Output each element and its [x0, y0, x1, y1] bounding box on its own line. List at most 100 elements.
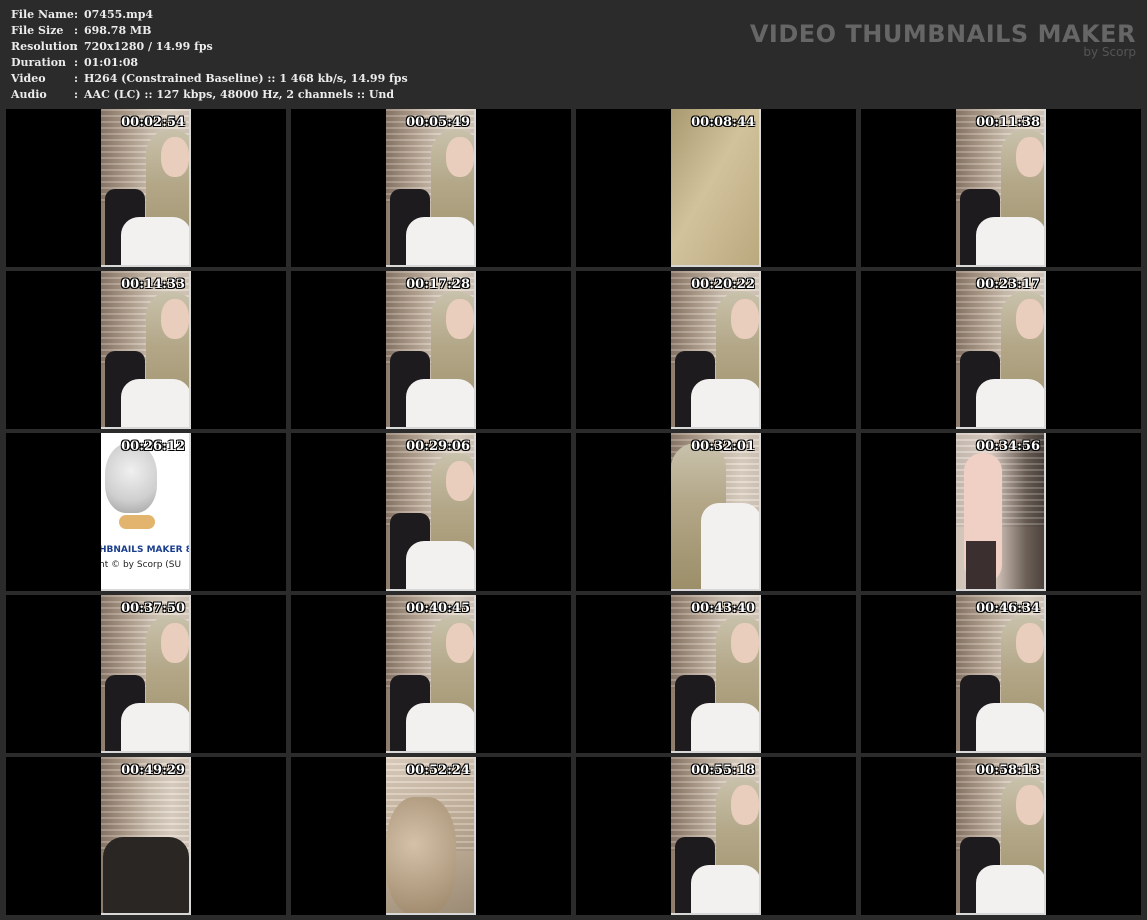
thumbnail-cell: 00:08:44 [576, 109, 856, 267]
info-separator: : [74, 72, 79, 85]
thumbnail-timestamp: 00:08:44 [691, 115, 755, 130]
info-separator: : [74, 88, 79, 101]
scene-face [446, 623, 474, 663]
thumbnail-timestamp: 00:34:56 [976, 439, 1040, 454]
thumbnail-timestamp: 00:32:01 [691, 439, 755, 454]
brand-title: VIDEO THUMBNAILS MAKER [749, 20, 1136, 48]
info-separator: : [74, 8, 79, 21]
thumbnail-timestamp: 00:02:54 [121, 115, 185, 130]
scene-shirt [121, 379, 189, 427]
thumbnail-cell: 00:40:45 [291, 595, 571, 753]
scene-shirt [691, 379, 759, 427]
thumbnail-timestamp: 00:40:45 [406, 601, 470, 616]
thumbnail-cell: 00:49:29 [6, 757, 286, 915]
info-value: AAC (LC) :: 127 kbps, 48000 Hz, 2 channe… [84, 88, 395, 101]
scene-chair [103, 837, 189, 913]
thumbnail-cell: 00:14:33 [6, 271, 286, 429]
info-row-duration: Duration : 01:01:08 [11, 55, 408, 71]
scene-shirt [976, 379, 1044, 427]
scene-face [731, 623, 759, 663]
info-value: 07455.mp4 [84, 8, 154, 21]
thumbnail-image: 00:37:50 [101, 595, 191, 753]
info-row-resolution: Resolution : 720x1280 / 14.99 fps [11, 39, 408, 55]
info-value: 698.78 MB [84, 24, 152, 37]
thumbnail-timestamp: 00:49:29 [121, 763, 185, 778]
info-value: 01:01:08 [84, 56, 139, 69]
info-value: 720x1280 / 14.99 fps [84, 40, 213, 53]
scene-face [446, 299, 474, 339]
thumbnail-grid: 00:02:54 00:05:49 00:08:44 00:11:38 00:14:33… [6, 109, 1141, 915]
thumbnail-timestamp: 00:14:33 [121, 277, 185, 292]
thumbnail-cell: 00:11:38 [861, 109, 1141, 267]
scene-shirt [976, 703, 1044, 751]
thumbnail-timestamp: 00:11:38 [976, 115, 1040, 130]
info-row-file-size: File Size : 698.78 MB [11, 23, 408, 39]
thumbnail-image: 00:32:01 [671, 433, 761, 591]
thumbnail-image: 00:17:28 [386, 271, 476, 429]
thumbnail-cell: 00:55:18 [576, 757, 856, 915]
scene-stock [966, 541, 996, 589]
thumbnail-image: 00:23:17 [956, 271, 1046, 429]
scene-face [161, 299, 189, 339]
thumbnail-image: 00:55:18 [671, 757, 761, 915]
scene-face [731, 299, 759, 339]
thumbnail-image: 00:20:22 [671, 271, 761, 429]
thumbnail-cell: 00:46:34 [861, 595, 1141, 753]
scroll-icon [119, 515, 155, 529]
info-row-audio: Audio : AAC (LC) :: 127 kbps, 48000 Hz, … [11, 87, 408, 103]
thumbnail-timestamp: 00:20:22 [691, 277, 755, 292]
logo-text-line2: ht © by Scorp (SU [101, 560, 182, 570]
scene-hair [386, 797, 456, 913]
thumbnail-timestamp: 00:55:18 [691, 763, 755, 778]
thumbnail-timestamp: 00:43:40 [691, 601, 755, 616]
scene-face [1016, 785, 1044, 825]
thumbnail-timestamp: 00:29:06 [406, 439, 470, 454]
thumbnail-cell: HBNAILS MAKER 8 ht © by Scorp (SU 00:26:12 [6, 433, 286, 591]
thumbnail-timestamp: 00:26:12 [121, 439, 185, 454]
thumbnail-image: HBNAILS MAKER 8 ht © by Scorp (SU 00:26:12 [101, 433, 191, 591]
scene-shirt [691, 865, 759, 913]
scene-face [161, 623, 189, 663]
thumbnail-timestamp: 00:05:49 [406, 115, 470, 130]
scene-shirt [121, 217, 189, 265]
scene-shirt [121, 703, 189, 751]
scene-hair [671, 109, 759, 265]
scene-shirt [976, 865, 1044, 913]
thumbnail-timestamp: 00:46:34 [976, 601, 1040, 616]
scene-face [1016, 623, 1044, 663]
info-row-file-name: File Name : 07455.mp4 [11, 7, 408, 23]
thumbnail-image: 00:02:54 [101, 109, 191, 267]
info-separator: : [74, 40, 79, 53]
thumbnail-timestamp: 00:37:50 [121, 601, 185, 616]
thumbnail-timestamp: 00:58:13 [976, 763, 1040, 778]
thumbnail-image: 00:58:13 [956, 757, 1046, 915]
info-label: File Size [11, 24, 64, 37]
contact-sheet: File Name : 07455.mp4 File Size : 698.78… [0, 0, 1147, 920]
scene-face [1016, 137, 1044, 177]
thumbnail-cell: 00:34:56 [861, 433, 1141, 591]
thumbnail-image: 00:14:33 [101, 271, 191, 429]
scene-face [731, 785, 759, 825]
thumbnail-image: 00:05:49 [386, 109, 476, 267]
info-value: H264 (Constrained Baseline) :: 1 468 kb/… [84, 72, 408, 85]
thumbnail-cell: 00:02:54 [6, 109, 286, 267]
thumbnail-image: 00:52:24 [386, 757, 476, 915]
thumbnail-image: 00:43:40 [671, 595, 761, 753]
info-label: Video [11, 72, 46, 85]
info-label: Audio [11, 88, 47, 101]
info-row-video: Video : H264 (Constrained Baseline) :: 1… [11, 71, 408, 87]
scene-face [161, 137, 189, 177]
thumbnail-image: 00:46:34 [956, 595, 1046, 753]
file-info-panel: File Name : 07455.mp4 File Size : 698.78… [11, 7, 408, 103]
thumbnail-image: 00:08:44 [671, 109, 761, 267]
scene-shirt [406, 379, 474, 427]
scene-shirt [406, 703, 474, 751]
info-label: File Name [11, 8, 74, 21]
scene-face [446, 137, 474, 177]
scene-shirt [691, 703, 759, 751]
thumbnail-cell: 00:05:49 [291, 109, 571, 267]
thumbnail-cell: 00:43:40 [576, 595, 856, 753]
thumbnail-timestamp: 00:52:24 [406, 763, 470, 778]
scene-shirt [976, 217, 1044, 265]
thumbnail-cell: 00:20:22 [576, 271, 856, 429]
